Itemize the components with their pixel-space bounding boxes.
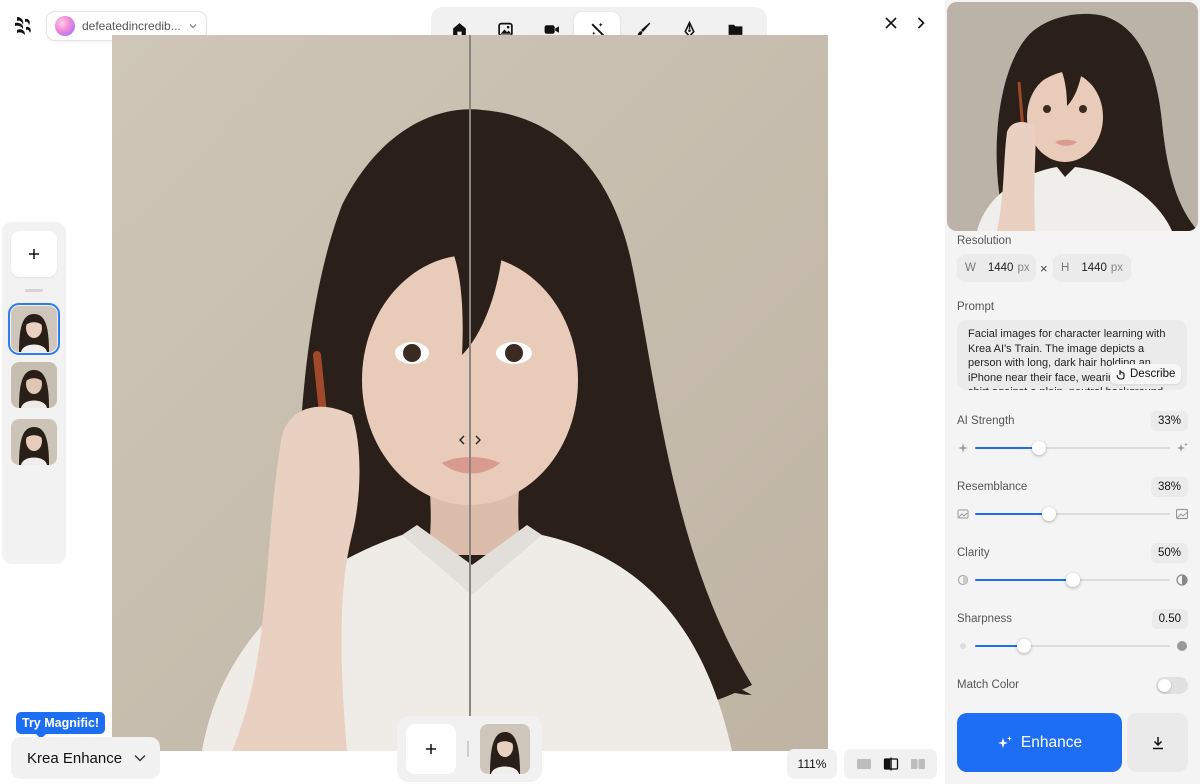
sharpness-low-icon xyxy=(960,643,966,649)
match-color-toggle[interactable] xyxy=(1156,677,1188,694)
ai-strength-knob[interactable] xyxy=(1032,441,1047,455)
close-icon xyxy=(885,17,897,29)
clarity-fill xyxy=(975,579,1073,581)
compare-arrows-icon xyxy=(459,435,481,445)
chevron-down-icon xyxy=(134,755,146,762)
try-magnific-label: Try Magnific! xyxy=(22,716,100,730)
compare-divider[interactable] xyxy=(469,35,471,751)
width-field[interactable]: W 1440 px xyxy=(957,254,1036,282)
height-unit: px xyxy=(1110,262,1124,274)
enhance-button[interactable]: Enhance xyxy=(957,713,1122,772)
height-value: 1440 xyxy=(1081,262,1107,274)
result-preview[interactable] xyxy=(947,2,1198,231)
toggle-knob xyxy=(1158,679,1171,692)
image-history-rail xyxy=(2,222,66,564)
width-key: W xyxy=(965,262,976,274)
describe-label: Describe xyxy=(1130,368,1176,380)
resolution-label: Resolution xyxy=(957,235,1012,247)
contrast-high-icon xyxy=(1176,574,1188,586)
ai-strength-slider[interactable] xyxy=(957,440,1188,456)
prompt-label: Prompt xyxy=(957,301,995,313)
sharpness-high-icon xyxy=(1177,641,1187,651)
width-value: 1440 xyxy=(987,262,1014,274)
sparkles-icon xyxy=(1177,442,1188,452)
collapse-panel-button[interactable] xyxy=(911,13,931,33)
close-button[interactable] xyxy=(881,13,901,33)
image-canvas[interactable] xyxy=(112,35,828,751)
clarity-label: Clarity xyxy=(957,547,990,559)
compare-handle[interactable] xyxy=(454,431,486,449)
enhance-label: Enhance xyxy=(1020,733,1083,751)
sparkles-icon xyxy=(997,735,1012,748)
history-thumbnail[interactable] xyxy=(11,362,57,408)
dock-divider xyxy=(467,741,469,757)
try-magnific-badge[interactable]: Try Magnific! xyxy=(16,712,106,739)
sharpness-slider[interactable] xyxy=(957,638,1188,654)
single-view-icon[interactable] xyxy=(856,757,872,771)
resemblance-knob[interactable] xyxy=(1042,507,1057,521)
clarity-value[interactable]: 50% xyxy=(1150,543,1188,563)
ai-strength-label: AI Strength xyxy=(957,415,1015,427)
input-dock xyxy=(397,716,542,782)
enhance-settings-panel: Resolution W 1440 px × H 1440 px Prompt … xyxy=(945,0,1200,784)
resemblance-label: Resemblance xyxy=(957,481,1028,493)
image-small-icon xyxy=(957,509,969,519)
add-input-button[interactable] xyxy=(406,724,456,774)
contrast-low-icon xyxy=(958,575,968,585)
chevron-down-icon xyxy=(189,24,197,29)
resemblance-fill xyxy=(975,513,1050,515)
zoom-level-value: 111% xyxy=(797,757,827,771)
split-compare-icon[interactable] xyxy=(883,757,899,771)
sparkle-small-icon xyxy=(958,443,968,453)
workspace-avatar xyxy=(55,16,75,36)
clarity-knob[interactable] xyxy=(1065,573,1080,587)
workspace-name: defeatedincredib... xyxy=(82,19,181,33)
sharpness-value[interactable]: 0.50 xyxy=(1151,609,1188,629)
sharpness-label: Sharpness xyxy=(957,613,1012,625)
model-selected-label: Krea Enhance xyxy=(27,749,123,767)
input-image-thumbnail[interactable] xyxy=(480,724,530,774)
chevron-right-icon xyxy=(917,17,925,29)
krea-logo-icon[interactable] xyxy=(14,16,32,36)
height-field[interactable]: H 1440 px xyxy=(1053,254,1131,282)
history-thumbnail[interactable] xyxy=(8,303,60,355)
resemblance-slider[interactable] xyxy=(957,506,1188,522)
height-key: H xyxy=(1061,262,1070,274)
zoom-level[interactable]: 111% xyxy=(787,749,837,779)
download-button[interactable] xyxy=(1127,713,1188,772)
sharpness-knob[interactable] xyxy=(1016,639,1031,653)
plus-icon xyxy=(426,744,436,754)
model-selector[interactable]: Krea Enhance xyxy=(11,737,160,779)
plus-icon xyxy=(29,249,39,259)
download-icon xyxy=(1152,736,1163,749)
add-image-button[interactable] xyxy=(11,231,57,277)
history-thumbnail[interactable] xyxy=(11,419,57,465)
describe-hand-icon xyxy=(1116,369,1125,380)
rail-divider xyxy=(25,289,43,292)
ai-strength-value[interactable]: 33% xyxy=(1150,411,1188,431)
view-mode-switcher xyxy=(844,749,937,779)
ai-strength-fill xyxy=(975,447,1040,449)
match-color-label: Match Color xyxy=(957,679,1019,691)
resemblance-value[interactable]: 38% xyxy=(1150,477,1188,497)
resolution-times: × xyxy=(1040,261,1048,276)
side-by-side-icon[interactable] xyxy=(910,757,926,771)
image-large-icon xyxy=(1176,508,1188,520)
describe-button[interactable]: Describe xyxy=(1110,364,1182,384)
clarity-slider[interactable] xyxy=(957,572,1188,588)
width-unit: px xyxy=(1017,262,1030,274)
